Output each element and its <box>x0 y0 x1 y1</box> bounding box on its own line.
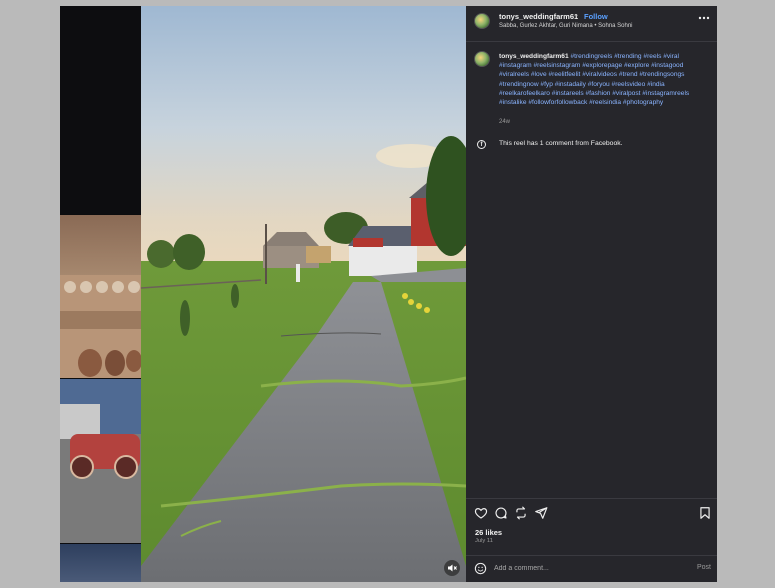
emoji-button[interactable] <box>474 562 487 575</box>
reel-video[interactable] <box>141 6 466 582</box>
comment-icon <box>495 507 507 519</box>
post-author-username[interactable]: tonys_weddingfarm61 <box>499 12 578 21</box>
comment-input[interactable] <box>494 562 674 575</box>
reel-thumbnail[interactable] <box>60 215 141 378</box>
post-details-panel: tonys_weddingfarm61 • Follow Sabba, Gurl… <box>466 6 717 582</box>
heart-icon <box>474 508 488 519</box>
avatar[interactable] <box>474 13 490 29</box>
repost-button[interactable] <box>514 506 528 520</box>
caption-username[interactable]: tonys_weddingfarm61 <box>499 53 569 60</box>
post-comment-button[interactable]: Post <box>697 564 711 571</box>
post-modal: tonys_weddingfarm61 • Follow Sabba, Gurl… <box>60 6 717 582</box>
avatar[interactable] <box>474 51 490 67</box>
post-caption: tonys_weddingfarm61 #trendingreels #tren… <box>499 52 711 107</box>
post-header: tonys_weddingfarm61 • Follow Sabba, Gurl… <box>466 6 717 41</box>
video-frame-image <box>141 6 466 582</box>
bookmark-icon <box>700 507 710 519</box>
emoji-icon <box>474 562 487 575</box>
comment-button[interactable] <box>494 506 508 520</box>
send-icon <box>535 507 548 519</box>
post-date: July 11 <box>475 538 493 544</box>
share-button[interactable] <box>534 506 548 520</box>
more-horizontal-icon <box>698 16 710 20</box>
follow-button[interactable]: Follow <box>584 12 608 21</box>
reel-thumbnail[interactable] <box>60 379 141 543</box>
audio-credits[interactable]: Sabba, Gurlez Akhtar, Guri Nimana • Sohn… <box>499 23 633 29</box>
caption-timestamp: 24w <box>499 119 511 125</box>
reel-thumbnail[interactable] <box>60 6 141 214</box>
repost-icon <box>516 506 526 520</box>
divider <box>466 41 717 42</box>
like-count[interactable]: 26 likes <box>475 528 502 537</box>
reel-thumbnail[interactable] <box>60 544 141 582</box>
save-button[interactable] <box>698 506 712 520</box>
caption-hashtags[interactable]: #trendingreels #trending #reels #viral #… <box>499 53 689 106</box>
separator-dot: • <box>575 11 578 20</box>
post-actions-bar <box>466 503 717 523</box>
reel-thumbnail-strip <box>60 6 141 582</box>
divider <box>466 498 717 499</box>
facebook-icon: f <box>477 140 486 149</box>
facebook-note-text: This reel has 1 comment from Facebook. <box>499 140 623 147</box>
mute-toggle-button[interactable] <box>444 560 460 576</box>
like-button[interactable] <box>474 506 488 520</box>
comment-composer: Post <box>466 556 717 582</box>
more-options-button[interactable] <box>698 12 710 27</box>
speaker-muted-icon <box>448 564 457 572</box>
